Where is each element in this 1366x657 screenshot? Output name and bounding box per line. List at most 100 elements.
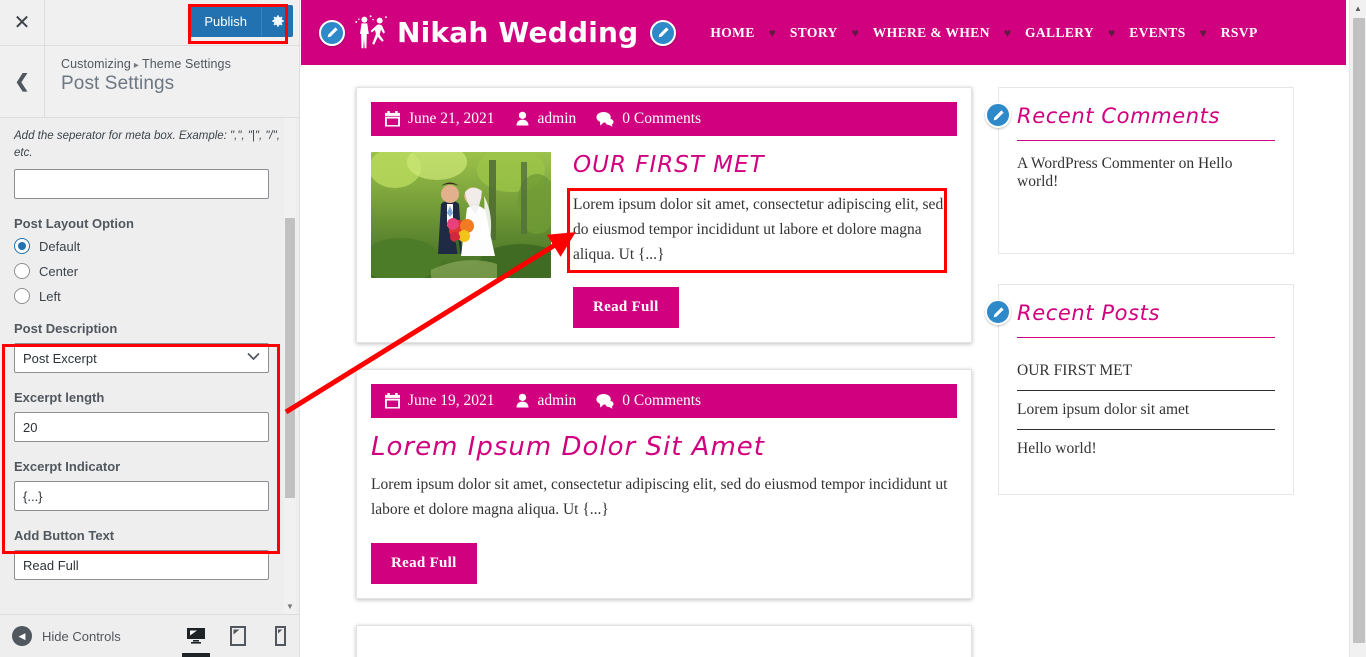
widget-item[interactable]: Hello world!: [1017, 430, 1275, 468]
radio-label-default: Default: [39, 238, 81, 254]
separator-input[interactable]: [14, 169, 269, 200]
heart-icon: ♥: [1108, 25, 1116, 40]
widget-recent-comments: Recent Comments A WordPress Commenter on…: [985, 87, 1294, 254]
collapse-arrow-icon: ◀: [12, 626, 32, 646]
post-date: June 21, 2021: [385, 110, 495, 128]
breadcrumb-section[interactable]: Theme Settings: [142, 57, 231, 71]
post-author-text: admin: [537, 392, 577, 410]
preview-scrollbar-thumb[interactable]: [1353, 18, 1365, 643]
post-comments: 0 Comments: [596, 110, 701, 128]
post-thumbnail[interactable]: [371, 152, 551, 278]
chevron-left-icon[interactable]: ❮: [0, 46, 45, 117]
scroll-down-arrow-icon[interactable]: ▼: [284, 599, 296, 613]
post-author: admin: [515, 110, 576, 128]
tablet-preview-button[interactable]: [217, 614, 259, 657]
customizer-topbar: ✕ Publish: [0, 0, 299, 46]
post-content: Lorem Ipsum Dolor Sit Amet Lorem ipsum d…: [371, 432, 957, 584]
excerpt-length-label: Excerpt length: [14, 390, 105, 406]
nav-item-story[interactable]: STORY: [790, 25, 838, 41]
edit-pencil-icon-nav[interactable]: [650, 19, 677, 46]
site-header: Nikah Wedding HOME ♥ STORY ♥ WHERE & WHEN ♥ GA…: [301, 0, 1346, 65]
nav-item-where-when[interactable]: WHERE & WHEN: [873, 25, 990, 41]
preview-scrollbar[interactable]: ▲: [1349, 0, 1366, 657]
excerpt-indicator-input[interactable]: [14, 481, 269, 512]
nav-item-rsvp[interactable]: RSVP: [1221, 25, 1258, 41]
primary-navigation: HOME ♥ STORY ♥ WHERE & WHEN ♥ GALLERY ♥ EVENTS ♥ R…: [710, 25, 1257, 41]
radio-icon-left[interactable]: [14, 288, 30, 305]
post-card: June 21, 2021 admin 0 Comments OUR FIRST…: [356, 87, 972, 344]
post-author: admin: [515, 392, 577, 410]
widget-recent-posts: Recent Posts OUR FIRST MET Lorem ipsum d…: [985, 284, 1294, 495]
post-date-text: June 19, 2021: [408, 392, 495, 410]
tablet-icon: [230, 625, 246, 646]
widget-item[interactable]: Lorem ipsum dolor sit amet: [1017, 391, 1275, 430]
edit-pencil-icon-recent-comments[interactable]: [985, 102, 1011, 128]
heart-icon: ♥: [768, 25, 776, 40]
customizer-section-header: ❮ Customizing ▸ Theme Settings Post Settin…: [0, 46, 299, 118]
nav-item-events[interactable]: EVENTS: [1129, 25, 1185, 41]
post-meta-bar: June 19, 2021 admin 0 Comments: [371, 384, 957, 419]
post-comments-text: 0 Comments: [622, 392, 702, 410]
posts-column: June 21, 2021 admin 0 Comments OUR FIRST…: [356, 87, 972, 657]
publish-button-group[interactable]: Publish: [188, 5, 293, 37]
scroll-up-arrow-icon[interactable]: ▲: [1350, 0, 1366, 17]
post-description-label: Post Description: [14, 321, 118, 337]
nav-item-home[interactable]: HOME: [710, 25, 754, 41]
post-date: June 19, 2021: [385, 392, 495, 410]
publish-button[interactable]: Publish: [188, 5, 293, 37]
user-icon: [516, 394, 529, 408]
device-preview-switcher: [175, 614, 299, 657]
site-branding[interactable]: Nikah Wedding: [351, 11, 638, 55]
post-title[interactable]: Lorem Ipsum Dolor Sit Amet: [371, 432, 957, 462]
mobile-preview-button[interactable]: [259, 614, 299, 657]
post-description-select[interactable]: Post Excerpt: [14, 343, 269, 374]
widget-title: Recent Posts: [1017, 301, 1275, 338]
customizer-titles: Customizing ▸ Theme Settings Post Settings: [45, 46, 231, 117]
post-meta-bar: June 21, 2021 admin 0 Comments: [371, 102, 957, 136]
radio-icon-default[interactable]: [14, 238, 30, 255]
post-body: Lorem Ipsum Dolor Sit Amet Lorem ipsum d…: [371, 418, 957, 584]
desktop-preview-button[interactable]: [175, 614, 217, 657]
post-layout-option-label: Post Layout Option: [14, 216, 134, 232]
separator-help-text: Add the seperator for meta box. Example:…: [14, 130, 280, 159]
publish-button-label: Publish: [204, 13, 247, 29]
heart-icon: ♥: [851, 25, 859, 40]
calendar-icon: [385, 393, 400, 409]
heart-icon: ♥: [1003, 25, 1011, 40]
post-excerpt: Lorem ipsum dolor sit amet, consectetur …: [371, 476, 948, 519]
comments-icon: [596, 111, 614, 127]
breadcrumb-root[interactable]: Customizing: [61, 57, 131, 71]
close-icon[interactable]: ✕: [0, 0, 45, 45]
post-description-selected-value: Post Excerpt: [23, 350, 97, 366]
post-card: June 19, 2021 admin 0 Comments Lorem Ips…: [356, 369, 972, 599]
user-icon: [516, 111, 529, 126]
calendar-icon: [385, 111, 400, 127]
widget-item[interactable]: A WordPress Commenter on Hello world!: [1017, 155, 1275, 201]
post-title[interactable]: OUR FIRST MET: [573, 152, 957, 178]
radio-icon-center[interactable]: [14, 263, 30, 280]
excerpt-length-input[interactable]: [14, 412, 269, 443]
customizer-footer: ◀ Hide Controls: [0, 614, 299, 657]
edit-pencil-icon-recent-posts[interactable]: [985, 299, 1011, 325]
breadcrumb: Customizing ▸ Theme Settings: [61, 57, 231, 71]
widget-item[interactable]: OUR FIRST MET: [1017, 352, 1275, 391]
breadcrumb-separator-icon: ▸: [133, 60, 139, 71]
customizer-scrollbar-thumb[interactable]: [285, 218, 295, 498]
sidebar-widgets: Recent Comments A WordPress Commenter on…: [985, 87, 1294, 657]
nav-item-gallery[interactable]: GALLERY: [1025, 25, 1094, 41]
gear-icon[interactable]: [261, 5, 293, 37]
widget-title: Recent Comments: [1017, 104, 1275, 141]
radio-option-left[interactable]: Left: [14, 288, 285, 305]
radio-option-default[interactable]: Default: [14, 238, 285, 255]
read-full-button[interactable]: Read Full: [573, 287, 679, 329]
radio-option-center[interactable]: Center: [14, 263, 285, 280]
site-title: Nikah Wedding: [397, 16, 639, 49]
add-button-text-input[interactable]: [14, 550, 269, 581]
customizer-controls: Add the seperator for meta box. Example:…: [0, 118, 299, 614]
read-full-button[interactable]: Read Full: [371, 542, 477, 584]
post-content: OUR FIRST MET Lorem ipsum dolor sit amet…: [551, 152, 957, 329]
post-card: [356, 624, 972, 657]
edit-pencil-icon-logo[interactable]: [319, 19, 345, 46]
couple-logo-icon: [355, 14, 387, 48]
hide-controls-button[interactable]: ◀ Hide Controls: [0, 626, 121, 646]
